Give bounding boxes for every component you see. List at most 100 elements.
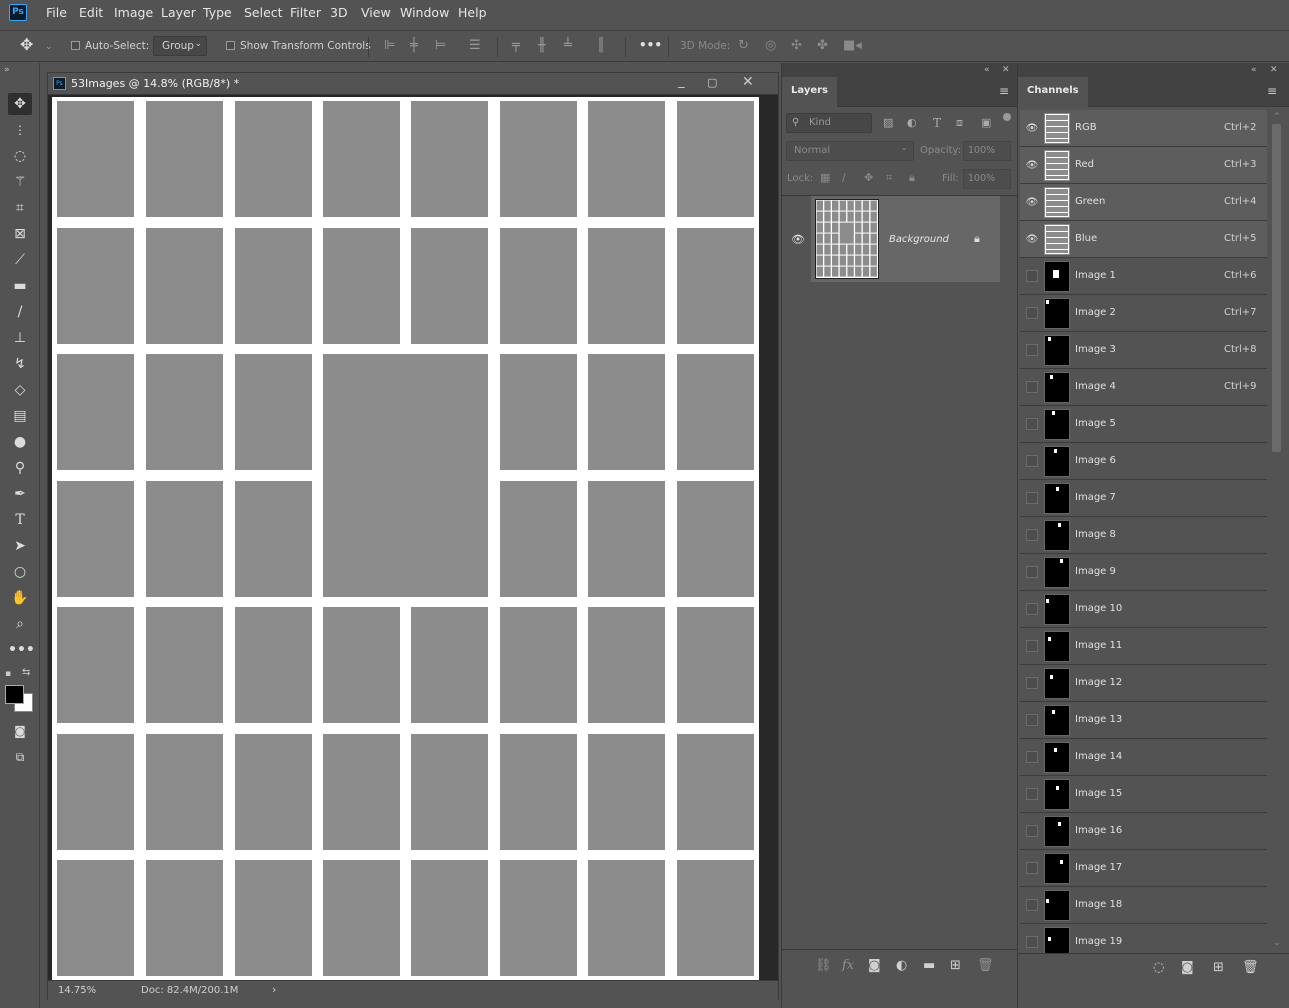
document-canvas[interactable] <box>52 97 759 981</box>
menu-3d[interactable]: 3D <box>330 5 348 20</box>
menu-file[interactable]: File <box>46 5 67 20</box>
channel-row[interactable]: Image 15 <box>1020 776 1267 813</box>
channel-row[interactable]: Image 13 <box>1020 702 1267 739</box>
load-selection-icon[interactable]: ◌ <box>1153 961 1164 975</box>
clone-stamp-icon[interactable]: ⊥ <box>8 327 32 349</box>
visibility-toggle[interactable] <box>1026 418 1038 430</box>
filter-shape-icon[interactable]: ⧈ <box>956 116 963 130</box>
auto-select-checkbox[interactable] <box>71 41 80 50</box>
zoom-tool-icon[interactable]: ⌕ <box>8 613 32 635</box>
crop-tool-icon[interactable]: ⌗ <box>8 197 32 219</box>
zoom-level[interactable]: 14.75% <box>58 985 96 996</box>
lock-all-icon[interactable]: 🔒︎ <box>909 171 915 185</box>
distribute-horizontal-icon[interactable]: ║ <box>597 39 605 53</box>
channel-row[interactable]: 👁︎ Green Ctrl+4 <box>1020 184 1267 221</box>
healing-brush-icon[interactable]: ▬ <box>8 275 32 297</box>
visibility-toggle[interactable] <box>1026 825 1038 837</box>
3d-camera-icon[interactable]: ■◂ <box>843 39 862 53</box>
align-top-icon[interactable]: ╤ <box>512 39 520 53</box>
menu-edit[interactable]: Edit <box>79 5 103 20</box>
auto-select-dropdown[interactable]: Group ⌄ <box>153 36 207 56</box>
scroll-down-icon[interactable]: ⌄ <box>1273 936 1281 950</box>
visibility-toggle[interactable] <box>1026 899 1038 911</box>
visibility-toggle[interactable] <box>1026 307 1038 319</box>
menu-layer[interactable]: Layer <box>161 5 196 20</box>
fx-icon[interactable]: fx <box>842 959 854 973</box>
panel-menu-icon[interactable]: ≡ <box>999 84 1009 98</box>
channel-row[interactable]: Image 11 <box>1020 628 1267 665</box>
filter-smart-object-icon[interactable]: ▣ <box>981 116 991 130</box>
screen-mode-icon[interactable]: ⧉ <box>8 746 32 768</box>
default-colors-icon[interactable]: ▪ <box>5 667 11 681</box>
eye-icon[interactable]: 👁︎ <box>1025 196 1039 209</box>
visibility-toggle[interactable] <box>1026 714 1038 726</box>
visibility-toggle[interactable] <box>1026 788 1038 800</box>
scroll-up-icon[interactable]: ⌃ <box>1273 110 1281 124</box>
eye-icon[interactable]: 👁︎ <box>1025 233 1039 246</box>
more-options-button[interactable]: ••• <box>639 38 662 52</box>
channel-row[interactable]: 👁︎ RGB Ctrl+2 <box>1020 110 1267 147</box>
layer-name[interactable]: Background <box>889 234 949 245</box>
channel-row[interactable]: Image 19 <box>1020 924 1267 954</box>
lock-image-icon[interactable]: ∕ <box>842 171 846 185</box>
align-bottom-icon[interactable]: ╧ <box>564 39 572 53</box>
doc-size-info[interactable]: Doc: 82.4M/200.1M <box>141 985 238 996</box>
edit-toolbar-icon[interactable]: ••• <box>8 639 35 661</box>
channel-row[interactable]: Image 8 <box>1020 517 1267 554</box>
new-layer-icon[interactable]: ⊞ <box>950 959 961 973</box>
chevron-down-icon[interactable]: ⌄ <box>45 40 53 54</box>
channel-row[interactable]: Image 9 <box>1020 554 1267 591</box>
channel-row[interactable]: Image 4 Ctrl+9 <box>1020 369 1267 406</box>
visibility-toggle[interactable] <box>1026 566 1038 578</box>
3d-orbit-icon[interactable]: ↻ <box>738 39 749 53</box>
ellipse-tool-icon[interactable]: ○ <box>8 561 32 583</box>
channel-row[interactable]: Image 18 <box>1020 887 1267 924</box>
minimize-icon[interactable]: _ <box>678 75 685 89</box>
chevron-right-icon[interactable]: › <box>272 983 276 996</box>
channel-row[interactable]: Image 10 <box>1020 591 1267 628</box>
menu-view[interactable]: View <box>361 5 391 20</box>
swap-colors-icon[interactable]: ⇆ <box>22 666 30 680</box>
adjustment-layer-icon[interactable]: ◐ <box>896 959 907 973</box>
path-selection-icon[interactable]: ➤ <box>8 535 32 557</box>
filter-type-icon[interactable]: T <box>933 116 941 130</box>
scrollbar[interactable]: ⌃ ⌄ <box>1268 110 1286 950</box>
show-transform-checkbox[interactable] <box>226 41 235 50</box>
lock-position-icon[interactable]: ✥ <box>864 171 873 185</box>
close-icon[interactable]: ✕ <box>742 75 754 89</box>
channel-row[interactable]: Image 17 <box>1020 850 1267 887</box>
brush-tool-icon[interactable]: ∕ <box>8 301 32 323</box>
fill-field[interactable]: 100% <box>963 169 1011 189</box>
menu-help[interactable]: Help <box>458 5 487 20</box>
menu-filter[interactable]: Filter <box>290 5 321 20</box>
align-right-icon[interactable]: ⊨ <box>435 39 446 53</box>
visibility-toggle[interactable] <box>1026 640 1038 652</box>
add-mask-icon[interactable]: ◙ <box>868 959 881 973</box>
trash-icon[interactable]: 🗑︎ <box>977 959 994 973</box>
channel-row[interactable]: Image 5 <box>1020 406 1267 443</box>
visibility-toggle[interactable] <box>1026 344 1038 356</box>
close-panel-icon[interactable]: ✕ <box>1270 63 1278 77</box>
channel-row[interactable]: Image 16 <box>1020 813 1267 850</box>
menu-window[interactable]: Window <box>400 5 449 20</box>
channel-row[interactable]: Image 14 <box>1020 739 1267 776</box>
3d-roll-icon[interactable]: ◎ <box>765 39 776 53</box>
blend-mode-dropdown[interactable]: Normal ⌄ <box>786 141 914 161</box>
channel-row[interactable]: Image 7 <box>1020 480 1267 517</box>
channel-row[interactable]: Image 3 Ctrl+8 <box>1020 332 1267 369</box>
menu-select[interactable]: Select <box>244 5 283 20</box>
eye-icon[interactable]: 👁︎ <box>1025 159 1039 172</box>
save-selection-icon[interactable]: ◙ <box>1181 961 1194 975</box>
history-brush-icon[interactable]: ↯ <box>8 353 32 375</box>
lock-artboard-icon[interactable]: ⌗ <box>886 171 892 185</box>
new-group-icon[interactable]: ▬ <box>923 959 935 973</box>
filter-toggle-icon[interactable] <box>1003 113 1011 121</box>
panel-menu-icon[interactable]: ≡ <box>1267 84 1277 98</box>
channel-row[interactable]: Image 12 <box>1020 665 1267 702</box>
marquee-tool-icon[interactable]: ⋮ <box>8 119 32 141</box>
menu-image[interactable]: Image <box>114 5 153 20</box>
filter-adjustment-icon[interactable]: ◐ <box>907 116 917 130</box>
lock-transparent-icon[interactable]: ▦ <box>820 171 830 185</box>
opacity-field[interactable]: 100% <box>963 141 1011 161</box>
type-tool-icon[interactable]: T <box>8 509 32 531</box>
